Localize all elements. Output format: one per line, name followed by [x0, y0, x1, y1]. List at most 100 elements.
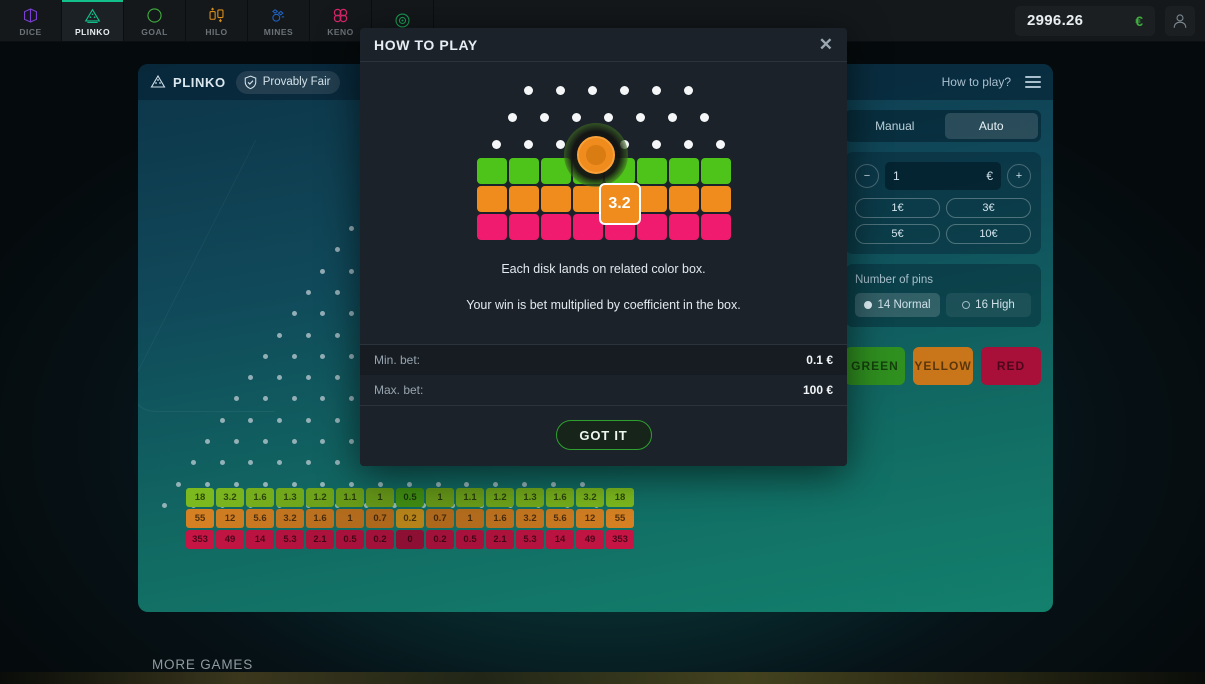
quick-bet-chip[interactable]: 10€ — [946, 224, 1031, 244]
multiplier-cell[interactable]: 49 — [216, 530, 244, 549]
demo-box — [508, 186, 539, 212]
bet-increase-button[interactable]: + — [1007, 164, 1031, 188]
multiplier-cell[interactable]: 0 — [396, 530, 424, 549]
multiplier-cell[interactable]: 1.1 — [456, 488, 484, 507]
board-pin — [248, 460, 254, 466]
multiplier-cell[interactable]: 5.3 — [516, 530, 544, 549]
multiplier-cell[interactable]: 5.6 — [246, 509, 274, 528]
board-pin — [435, 481, 441, 487]
quick-bet-chip[interactable]: 5€ — [855, 224, 940, 244]
color-bet-button-green[interactable]: GREEN — [845, 347, 905, 385]
how-to-play-link[interactable]: How to play? — [942, 75, 1011, 89]
board-pin — [349, 311, 355, 317]
multiplier-cell[interactable]: 18 — [606, 488, 634, 507]
multiplier-cell[interactable]: 3.2 — [576, 488, 604, 507]
nav-item-plinko[interactable]: PLINKO — [62, 0, 124, 41]
plinko-icon — [150, 75, 166, 88]
multiplier-cell[interactable]: 1.6 — [546, 488, 574, 507]
board-pin — [320, 396, 326, 402]
nav-item-label: MINES — [263, 27, 294, 37]
multiplier-cell[interactable]: 0.5 — [336, 530, 364, 549]
multiplier-cell[interactable]: 0.7 — [366, 509, 394, 528]
pins-option[interactable]: 14 Normal — [855, 293, 940, 317]
multiplier-cell[interactable]: 1.6 — [306, 509, 334, 528]
multiplier-cell[interactable]: 5.6 — [546, 509, 574, 528]
mode-auto-button[interactable]: Auto — [944, 113, 1038, 139]
nav-item-goal[interactable]: GOAL — [124, 0, 186, 41]
nav-item-dice[interactable]: DICE — [0, 0, 62, 41]
multiplier-cell[interactable]: 353 — [186, 530, 214, 549]
nav-item-label: KENO — [327, 27, 354, 37]
demo-box — [540, 186, 571, 212]
multiplier-cell[interactable]: 12 — [216, 509, 244, 528]
quick-bet-chip[interactable]: 3€ — [946, 198, 1031, 218]
multiplier-cell[interactable]: 14 — [246, 530, 274, 549]
shield-check-icon — [244, 75, 256, 89]
multiplier-cell[interactable]: 2.1 — [486, 530, 514, 549]
bet-limit-row: Max. bet: 100 € — [360, 375, 847, 405]
modal-title: HOW TO PLAY — [374, 36, 478, 53]
demo-pin — [555, 86, 565, 95]
multiplier-cell[interactable]: 12 — [576, 509, 604, 528]
multiplier-cell[interactable]: 1 — [366, 488, 394, 507]
board-pin — [205, 439, 211, 444]
multiplier-cell[interactable]: 0.2 — [426, 530, 454, 549]
multiplier-cell[interactable]: 1 — [456, 509, 484, 528]
multiplier-cell[interactable]: 55 — [606, 509, 634, 528]
nav-item-label: GOAL — [141, 27, 168, 37]
quick-bet-chips: 1€ 3€ 5€ 10€ — [855, 198, 1031, 244]
more-games-heading: MORE GAMES — [152, 657, 254, 672]
bet-decrease-button[interactable]: − — [855, 164, 879, 188]
multiplier-cell[interactable]: 1.3 — [516, 488, 544, 507]
board-pin — [262, 353, 268, 359]
multiplier-cell[interactable]: 0.2 — [396, 509, 424, 528]
multiplier-cell[interactable]: 49 — [576, 530, 604, 549]
multiplier-cell[interactable]: 18 — [186, 488, 214, 507]
got-it-button[interactable]: GOT IT — [555, 420, 652, 450]
multiplier-cell[interactable]: 2.1 — [306, 530, 334, 549]
mode-manual-button[interactable]: Manual — [848, 113, 942, 139]
multiplier-cell[interactable]: 1.2 — [306, 488, 334, 507]
hamburger-menu-icon[interactable] — [1025, 76, 1041, 88]
board-pin — [190, 460, 196, 466]
color-bet-button-red[interactable]: RED — [981, 347, 1041, 385]
close-icon[interactable]: ✕ — [819, 36, 833, 53]
demo-pin — [683, 86, 693, 95]
multiplier-cell[interactable]: 14 — [546, 530, 574, 549]
multiplier-cell[interactable]: 1.3 — [276, 488, 304, 507]
nav-item-mines[interactable]: MINES — [248, 0, 310, 41]
multiplier-cell[interactable]: 55 — [186, 509, 214, 528]
multiplier-cell[interactable]: 3.2 — [216, 488, 244, 507]
board-pin — [320, 311, 326, 317]
multiplier-cell[interactable]: 1 — [426, 488, 454, 507]
multiplier-cell[interactable]: 3.2 — [516, 509, 544, 528]
demo-box — [700, 158, 731, 184]
game-header-right: How to play? — [942, 75, 1041, 89]
nav-item-hilo[interactable]: HILO — [186, 0, 248, 41]
provably-fair-badge[interactable]: Provably Fair — [235, 70, 341, 94]
multiplier-cell[interactable]: 0.2 — [366, 530, 394, 549]
radio-icon — [962, 301, 971, 309]
multiplier-cell[interactable]: 353 — [606, 530, 634, 549]
multiplier-cell[interactable]: 1 — [336, 509, 364, 528]
bet-amount-input[interactable]: 1 € — [885, 162, 1001, 190]
balance-display[interactable]: 2996.26 € — [1015, 5, 1155, 36]
multiplier-cell[interactable]: 0.7 — [426, 509, 454, 528]
multiplier-cell[interactable]: 1.1 — [336, 488, 364, 507]
color-bet-button-yellow[interactable]: YELLOW — [913, 347, 973, 385]
multiplier-cell[interactable]: 0.5 — [396, 488, 424, 507]
multiplier-cell[interactable]: 3.2 — [276, 509, 304, 528]
multiplier-cell[interactable]: 1.6 — [246, 488, 274, 507]
multiplier-cell[interactable]: 1.2 — [486, 488, 514, 507]
demo-pin — [667, 113, 677, 122]
multiplier-cell[interactable]: 0.5 — [456, 530, 484, 549]
multiplier-cell[interactable]: 5.3 — [276, 530, 304, 549]
multiplier-cell[interactable]: 1.6 — [486, 509, 514, 528]
quick-bet-chip[interactable]: 1€ — [855, 198, 940, 218]
bet-limit-value: 100 € — [802, 383, 833, 397]
board-pin — [306, 375, 311, 381]
pins-option[interactable]: 16 High — [946, 293, 1031, 317]
board-pin — [219, 460, 225, 466]
user-avatar-icon[interactable] — [1165, 5, 1195, 36]
demo-pin — [651, 140, 661, 149]
